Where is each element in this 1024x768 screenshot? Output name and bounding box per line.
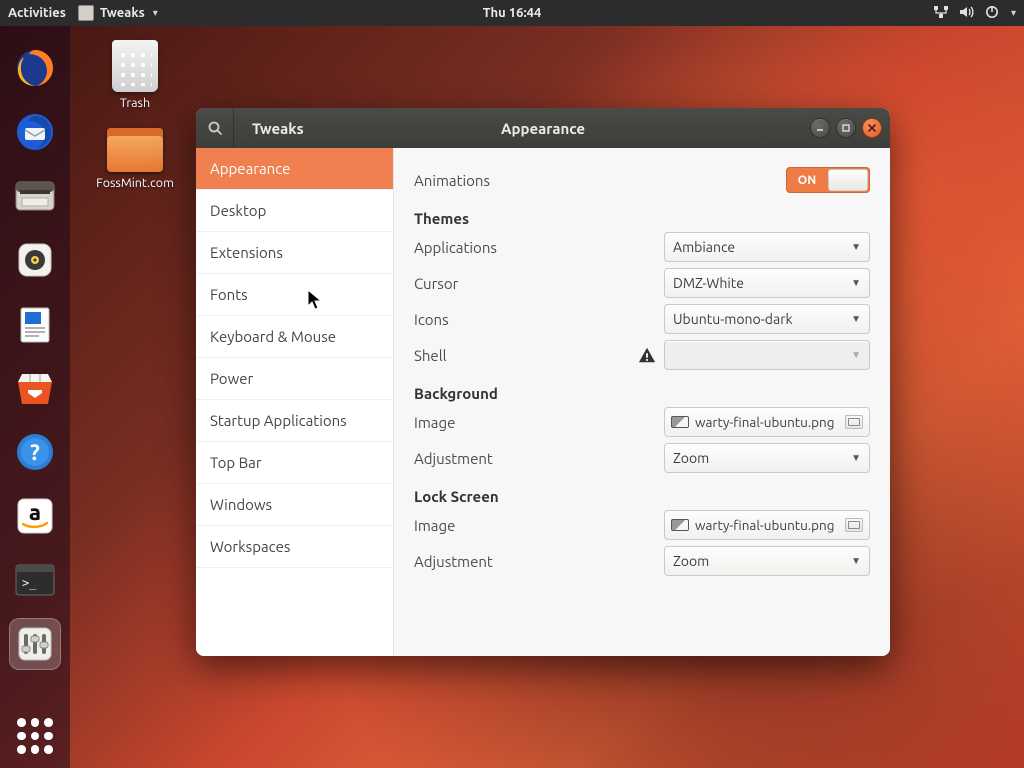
search-icon [207, 120, 223, 136]
search-button[interactable] [196, 108, 234, 148]
lockscreen-heading: Lock Screen [414, 488, 870, 505]
trash-icon [112, 40, 158, 92]
applications-value: Ambiance [673, 239, 845, 255]
maximize-button[interactable] [836, 118, 856, 138]
desktop-icons: Trash FossMint.com [90, 40, 180, 208]
desktop-folder-fossmint[interactable]: FossMint.com [90, 128, 180, 190]
animations-switch[interactable]: ON [786, 167, 870, 193]
folder-icon [107, 128, 163, 172]
cursor-value: DMZ-White [673, 275, 845, 291]
bg-adjust-value: Zoom [673, 450, 845, 466]
chevron-down-icon: ▼ [851, 313, 861, 325]
open-file-icon [845, 415, 863, 429]
bg-adjust-combo[interactable]: Zoom ▼ [664, 443, 870, 473]
topbar-clock[interactable]: Thu 16:44 [483, 6, 542, 20]
switch-on-text: ON [786, 174, 828, 187]
chevron-down-icon: ▼ [851, 452, 861, 464]
window-title: Tweaks [234, 120, 304, 137]
lock-image-value: warty-final-ubuntu.png [695, 517, 839, 533]
sidebar-item-keyboard[interactable]: Keyboard & Mouse [196, 316, 393, 358]
background-heading: Background [414, 385, 870, 402]
applications-combo[interactable]: Ambiance ▼ [664, 232, 870, 262]
dock-amazon[interactable]: a [9, 490, 61, 542]
applications-label: Applications [414, 239, 497, 256]
dock-rhythmbox[interactable] [9, 234, 61, 286]
sidebar-item-workspaces[interactable]: Workspaces [196, 526, 393, 568]
chevron-down-icon: ▼ [851, 349, 861, 361]
sidebar: Appearance Desktop Extensions Fonts Keyb… [196, 148, 394, 656]
close-button[interactable] [862, 118, 882, 138]
dock-writer[interactable] [9, 298, 61, 350]
launcher-dock: ? a >_ [0, 26, 70, 768]
sidebar-item-appearance[interactable]: Appearance [196, 148, 393, 190]
desktop-folder-label: FossMint.com [90, 176, 180, 190]
sidebar-item-windows[interactable]: Windows [196, 484, 393, 526]
open-file-icon [845, 518, 863, 532]
window-controls [810, 118, 882, 138]
show-applications-button[interactable] [17, 718, 53, 754]
chevron-down-icon: ▼ [851, 555, 861, 567]
sidebar-item-fonts[interactable]: Fonts [196, 274, 393, 316]
network-icon[interactable] [933, 5, 949, 22]
themes-heading: Themes [414, 210, 870, 227]
dock-tweaks[interactable] [9, 618, 61, 670]
dock-help[interactable]: ? [9, 426, 61, 478]
dock-files[interactable] [9, 170, 61, 222]
window-header: Appearance [501, 120, 585, 137]
dock-terminal[interactable]: >_ [9, 554, 61, 606]
content-pane: Animations ON Themes Applications Ambian… [394, 148, 890, 656]
svg-text:a: a [29, 500, 41, 525]
dock-firefox[interactable] [9, 42, 61, 94]
power-icon[interactable] [985, 5, 999, 22]
svg-text:?: ? [30, 440, 40, 465]
tweaks-window: Tweaks Appearance Appearance Desktop Ext… [196, 108, 890, 656]
lock-adjust-combo[interactable]: Zoom ▼ [664, 546, 870, 576]
lock-adjust-value: Zoom [673, 553, 845, 569]
dock-thunderbird[interactable] [9, 106, 61, 158]
minimize-button[interactable] [810, 118, 830, 138]
sidebar-item-extensions[interactable]: Extensions [196, 232, 393, 274]
cursor-label: Cursor [414, 275, 458, 292]
topbar-app-label: Tweaks [100, 6, 145, 20]
topbar-app-menu[interactable]: Tweaks ▾ [78, 5, 158, 21]
activities-button[interactable]: Activities [8, 6, 66, 20]
system-menu-chevron-icon[interactable]: ▾ [1011, 7, 1016, 19]
volume-icon[interactable] [959, 5, 975, 22]
shell-label: Shell [414, 347, 447, 364]
sidebar-item-topbar[interactable]: Top Bar [196, 442, 393, 484]
lock-image-label: Image [414, 517, 455, 534]
sidebar-item-desktop[interactable]: Desktop [196, 190, 393, 232]
bg-image-chooser[interactable]: warty-final-ubuntu.png [664, 407, 870, 437]
titlebar[interactable]: Tweaks Appearance [196, 108, 890, 148]
dock-software[interactable] [9, 362, 61, 414]
switch-knob [828, 169, 868, 191]
cursor-combo[interactable]: DMZ-White ▼ [664, 268, 870, 298]
sidebar-item-power[interactable]: Power [196, 358, 393, 400]
lock-image-chooser[interactable]: warty-final-ubuntu.png [664, 510, 870, 540]
tweaks-icon [78, 5, 94, 21]
lock-adjust-label: Adjustment [414, 553, 493, 570]
icons-value: Ubuntu-mono-dark [673, 311, 845, 327]
chevron-down-icon: ▼ [851, 277, 861, 289]
chevron-down-icon: ▼ [851, 241, 861, 253]
top-bar: Activities Tweaks ▾ Thu 16:44 ▾ [0, 0, 1024, 26]
shell-combo: ▼ [664, 340, 870, 370]
icons-combo[interactable]: Ubuntu-mono-dark ▼ [664, 304, 870, 334]
bg-image-label: Image [414, 414, 455, 431]
bg-image-value: warty-final-ubuntu.png [695, 414, 839, 430]
desktop-trash-label: Trash [90, 96, 180, 110]
image-thumb-icon [671, 416, 689, 428]
svg-text:>_: >_ [22, 576, 37, 590]
animations-label: Animations [414, 172, 490, 189]
warning-icon [638, 346, 656, 364]
image-thumb-icon [671, 519, 689, 531]
icons-label: Icons [414, 311, 449, 328]
bg-adjust-label: Adjustment [414, 450, 493, 467]
desktop-trash[interactable]: Trash [90, 40, 180, 110]
sidebar-item-startup[interactable]: Startup Applications [196, 400, 393, 442]
chevron-down-icon: ▾ [153, 7, 158, 19]
